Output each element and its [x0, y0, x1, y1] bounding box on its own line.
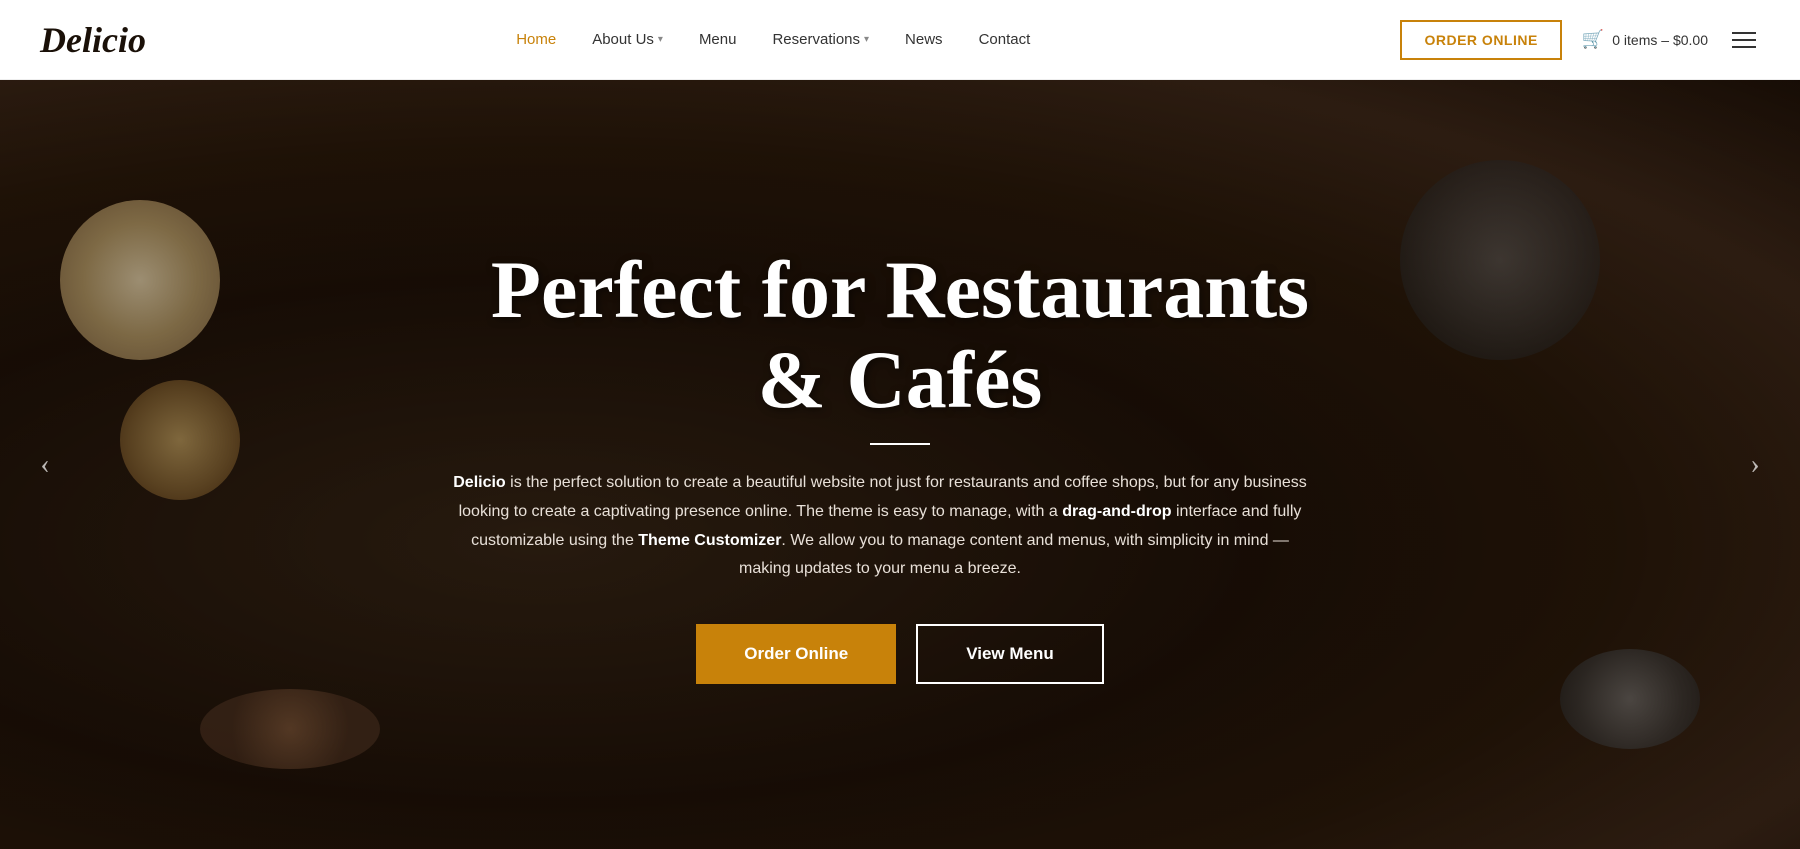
- hamburger-menu[interactable]: [1728, 28, 1760, 52]
- cart-label: 0 items – $0.00: [1612, 32, 1708, 48]
- nav-item-about[interactable]: About Us ▾: [592, 31, 663, 48]
- carousel-prev-button[interactable]: ‹: [20, 440, 70, 490]
- site-logo[interactable]: Delicio: [40, 19, 146, 61]
- hero-buttons: Order Online View Menu: [450, 624, 1350, 684]
- hamburger-line: [1732, 32, 1756, 34]
- nav-item-home[interactable]: Home: [516, 31, 556, 48]
- decorative-bowl: [120, 380, 240, 500]
- nav-item-reservations[interactable]: Reservations ▾: [772, 31, 869, 48]
- hero-description: Delicio is the perfect solution to creat…: [450, 469, 1310, 584]
- hero-title: Perfect for Restaurants & Cafés: [450, 245, 1350, 425]
- header-right: ORDER ONLINE 🛒 0 items – $0.00: [1400, 20, 1760, 60]
- hamburger-line: [1732, 39, 1756, 41]
- nav-item-contact[interactable]: Contact: [979, 31, 1031, 48]
- hero-menu-button[interactable]: View Menu: [916, 624, 1104, 684]
- hero-bold2: Theme Customizer: [638, 532, 781, 549]
- hamburger-line: [1732, 46, 1756, 48]
- hero-content: Perfect for Restaurants & Cafés Delicio …: [410, 245, 1390, 685]
- nav-item-news[interactable]: News: [905, 31, 943, 48]
- chevron-down-icon: ▾: [864, 34, 869, 45]
- main-nav: Home About Us ▾ Menu Reservations ▾ News…: [516, 31, 1030, 48]
- hero-section: ‹ Perfect for Restaurants & Cafés Delici…: [0, 80, 1800, 849]
- decorative-pan2: [1560, 649, 1700, 749]
- chevron-right-icon: ›: [1750, 449, 1759, 481]
- order-online-button[interactable]: ORDER ONLINE: [1400, 20, 1561, 60]
- nav-item-menu[interactable]: Menu: [699, 31, 737, 48]
- hero-divider: [870, 443, 930, 445]
- chevron-down-icon: ▾: [658, 34, 663, 45]
- decorative-pan: [1400, 160, 1600, 360]
- hero-bold1: drag-and-drop: [1062, 503, 1171, 520]
- cart-area[interactable]: 🛒 0 items – $0.00: [1582, 29, 1708, 50]
- hero-brand-bold: Delicio: [453, 474, 505, 491]
- decorative-plate: [60, 200, 220, 360]
- hero-order-button[interactable]: Order Online: [696, 624, 896, 684]
- header: Delicio Home About Us ▾ Menu Reservation…: [0, 0, 1800, 80]
- chevron-left-icon: ‹: [40, 449, 49, 481]
- cart-icon: 🛒: [1582, 29, 1604, 50]
- decorative-bowl2: [200, 689, 380, 769]
- carousel-next-button[interactable]: ›: [1730, 440, 1780, 490]
